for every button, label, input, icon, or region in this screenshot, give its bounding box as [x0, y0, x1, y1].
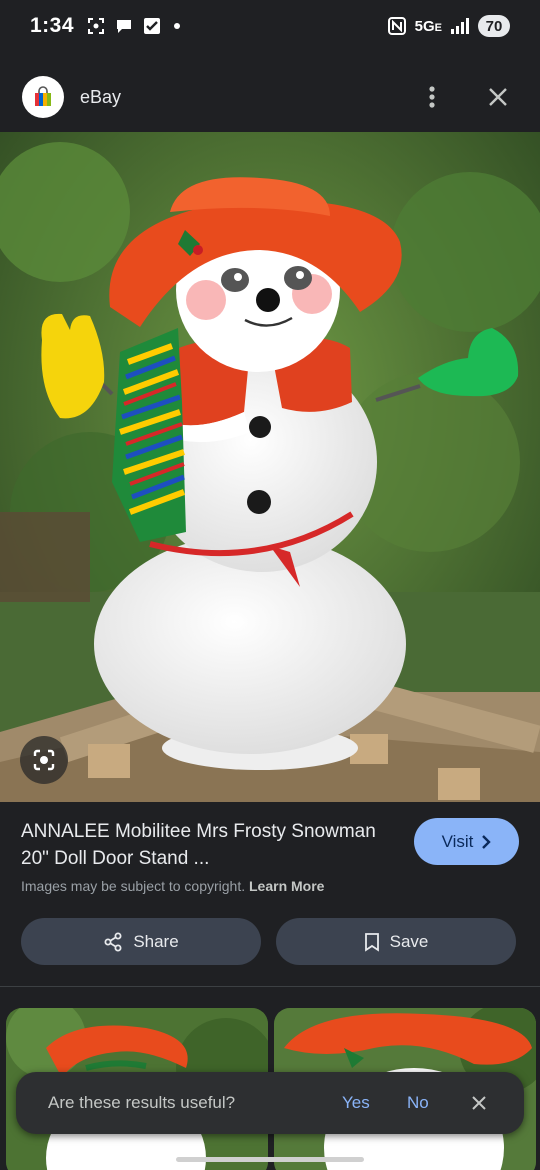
close-icon[interactable] [468, 1092, 490, 1114]
close-icon[interactable] [484, 83, 512, 111]
chevron-right-icon [482, 834, 492, 849]
notification-icons [86, 16, 181, 36]
copyright-notice: Images may be subject to copyright. Lear… [21, 878, 324, 894]
screenshot-icon [86, 16, 106, 36]
share-button[interactable]: Share [21, 918, 261, 965]
save-label: Save [389, 931, 429, 951]
more-notifications-dot [174, 23, 181, 29]
bookmark-icon [364, 932, 379, 952]
feedback-no-button[interactable]: No [407, 1093, 429, 1113]
gesture-navigation-bar[interactable] [176, 1157, 364, 1162]
feedback-yes-button[interactable]: Yes [342, 1093, 370, 1113]
share-icon [104, 932, 122, 951]
save-button[interactable]: Save [276, 918, 516, 965]
copyright-text: Images may be subject to copyright. [21, 878, 246, 894]
nfc-icon [387, 16, 407, 36]
section-divider [0, 986, 540, 987]
feedback-question: Are these results useful? [48, 1093, 236, 1112]
lens-search-button[interactable] [20, 736, 68, 784]
lens-icon [33, 749, 55, 771]
header-actions [418, 83, 512, 111]
status-time: 1:34 [30, 14, 75, 37]
signal-icon [450, 16, 470, 36]
status-bar: 1:34 5GE 70 [0, 0, 540, 52]
ebay-bag-icon [22, 76, 64, 118]
feedback-snackbar: Are these results useful? Yes No [16, 1072, 524, 1134]
result-image[interactable] [0, 132, 540, 802]
visit-label: Visit [441, 831, 474, 851]
site-name: eBay [80, 86, 122, 107]
result-title[interactable]: ANNALEE Mobilitee Mrs Frosty Snowman 20"… [21, 818, 381, 872]
visit-button[interactable]: Visit [414, 818, 519, 865]
chat-bubble-icon [114, 16, 134, 36]
learn-more-link[interactable]: Learn More [249, 878, 324, 894]
checkbox-icon [142, 16, 162, 36]
snowman-photo [0, 132, 540, 802]
result-header: eBay [0, 60, 540, 134]
system-status: 5GE 70 [387, 15, 510, 37]
share-label: Share [133, 931, 179, 951]
network-type: 5GE [414, 17, 442, 35]
google-lens-result-screen: 1:34 5GE 70 eBay ANNALEE Mobilitee Mrs F… [0, 0, 540, 1170]
battery-indicator: 70 [478, 15, 510, 37]
more-vert-icon[interactable] [418, 83, 446, 111]
